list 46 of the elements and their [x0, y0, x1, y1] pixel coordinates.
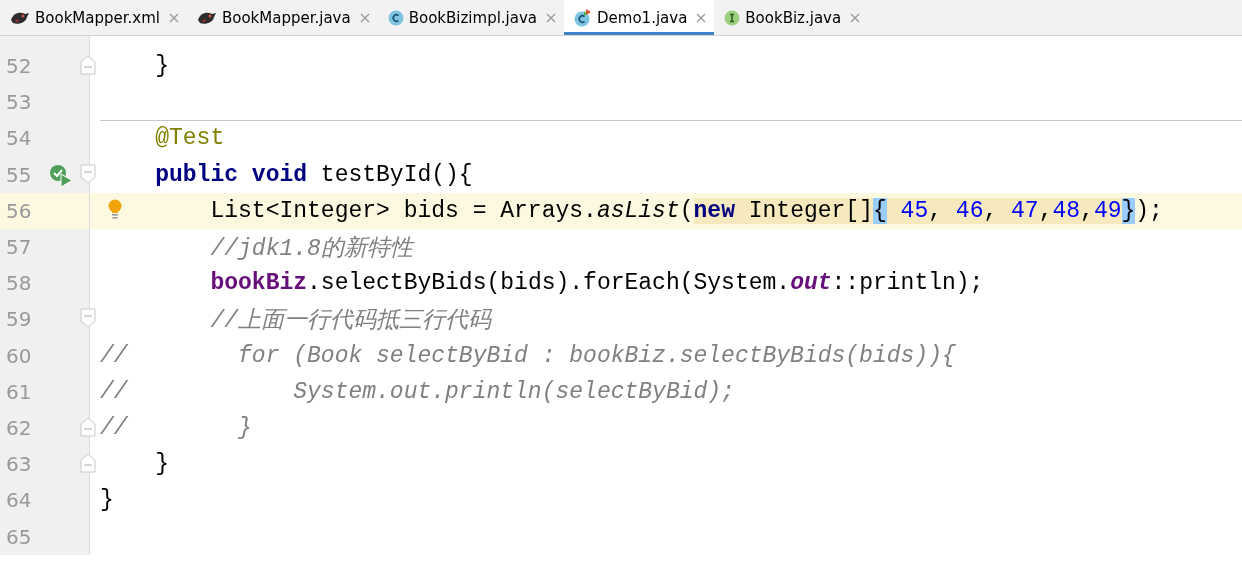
line-number: 60: [5, 343, 33, 368]
line-number: 64: [5, 488, 33, 513]
editor-tab[interactable]: BookBizimpl.java: [377, 0, 564, 35]
line-number: 61: [5, 379, 33, 404]
close-icon[interactable]: [696, 12, 707, 23]
close-icon[interactable]: [359, 12, 370, 23]
line-number: 65: [5, 524, 33, 549]
line-number: 56: [5, 198, 33, 223]
code-line: // }: [100, 414, 252, 441]
close-icon[interactable]: [546, 12, 556, 23]
test-class-icon: [574, 8, 592, 27]
fold-icon[interactable]: [80, 453, 96, 474]
line-number: 52: [5, 54, 33, 79]
close-icon[interactable]: [850, 12, 861, 23]
line-number: 63: [5, 452, 33, 477]
code-line: }: [154, 53, 169, 80]
code-line: bookBiz.selectByBids(bids).forEach(System.out::println);: [209, 270, 984, 297]
code-line: public void testById(){: [154, 161, 473, 188]
code-line: List<Integer> bids = Arrays.asList(new Integer[]{ 45, 46, 47,48,49});: [209, 197, 1163, 224]
fold-icon[interactable]: [80, 416, 96, 437]
code-line: // for (Book selectByBid : bookBiz.selectByBids(bids)){: [100, 342, 956, 369]
line-number: 53: [5, 90, 33, 115]
class-icon: [387, 9, 404, 26]
code-line: //jdk1.8的新特性: [209, 234, 413, 263]
code-line: }: [100, 487, 114, 514]
editor-tab[interactable]: Demo1.java: [564, 0, 715, 35]
editor-tab[interactable]: BookBiz.java: [714, 0, 869, 35]
code-line: //上面一行代码抵三行代码: [209, 306, 492, 335]
close-icon[interactable]: [168, 12, 179, 23]
line-number: 54: [5, 126, 33, 151]
line-number: 59: [5, 307, 33, 332]
interface-icon: [724, 9, 741, 26]
run-test-icon[interactable]: [48, 162, 74, 187]
line-number: 55: [5, 162, 33, 187]
line-number: 62: [5, 415, 33, 440]
code-line: @Test: [154, 125, 225, 152]
fold-icon[interactable]: [80, 308, 96, 329]
editor-tab[interactable]: BookMapper.xml: [0, 0, 187, 35]
editor-tab[interactable]: BookMapper.java: [186, 0, 378, 35]
fold-icon[interactable]: [80, 163, 96, 184]
line-number: 57: [5, 235, 33, 260]
line-number: 58: [5, 271, 33, 296]
fold-icon[interactable]: [80, 55, 96, 75]
lightbulb-icon[interactable]: [107, 198, 123, 221]
code-line: }: [154, 451, 169, 478]
code-line: // System.out.println(selectByBid);: [100, 378, 735, 405]
